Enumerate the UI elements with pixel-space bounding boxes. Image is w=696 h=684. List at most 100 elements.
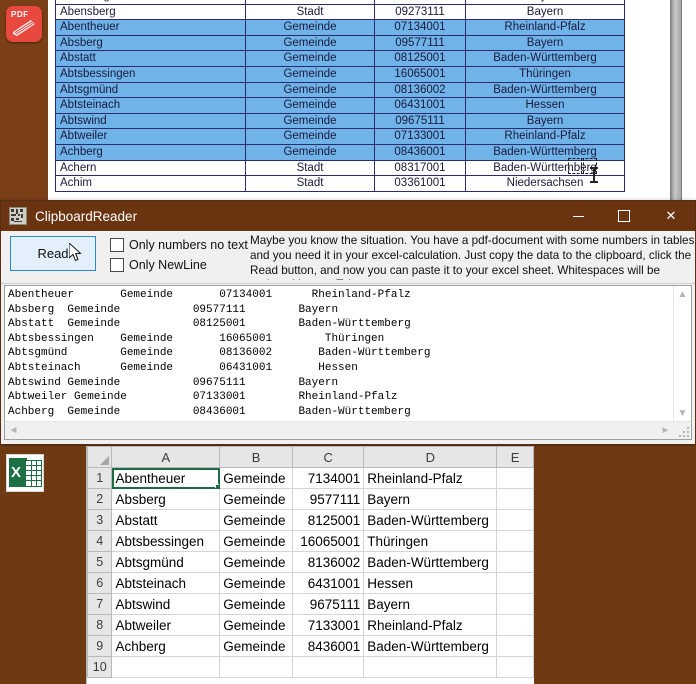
cell-C8[interactable]: 7133001	[291, 614, 365, 636]
checkbox-only-numbers[interactable]: Only numbers no text	[110, 238, 248, 252]
table-row[interactable]: 7 Abtswind Gemeinde 9675111 Bayern	[87, 593, 534, 615]
table-row[interactable]: 2 Absberg Gemeinde 9577111 Bayern	[87, 488, 534, 510]
clipboard-textarea[interactable]: Abentheuer Gemeinde 07134001 Rheinland-P…	[8, 288, 673, 421]
cell-D8[interactable]: Rheinland-Pfalz	[363, 614, 498, 636]
table-row[interactable]: 1 Abentheuer Gemeinde 7134001 Rheinland-Pfal…	[87, 467, 534, 489]
cell-D6[interactable]: Hessen	[363, 572, 498, 594]
scroll-up-icon[interactable]: ▲	[674, 286, 691, 303]
cell-B8[interactable]: Gemeinde	[219, 614, 293, 636]
excel-icon[interactable]: X	[6, 454, 44, 492]
cell-A4[interactable]: Abtsbessingen	[111, 530, 221, 552]
pdf-table-row[interactable]: Achim Stadt 03361001 Niedersachsen	[55, 175, 625, 192]
pdf-table-row[interactable]: Abtsbessingen Gemeinde 16065001 Thüringen	[55, 65, 625, 83]
cell-C9[interactable]: 8436001	[291, 635, 365, 657]
pdf-xchange-icon[interactable]: PDF	[6, 6, 42, 42]
cell-C5[interactable]: 8136002	[291, 551, 365, 573]
pdf-table-row[interactable]: Abensberg Stadt 09273111 Bayern	[55, 3, 625, 21]
column-header-c[interactable]: C	[291, 446, 365, 468]
table-row[interactable]: 10	[87, 656, 534, 678]
scroll-right-icon[interactable]: ►	[657, 422, 674, 439]
pdf-table-row[interactable]: Abtweiler Gemeinde 07133001 Rheinland-Pfalz	[55, 128, 625, 145]
maximize-button[interactable]	[601, 201, 647, 231]
table-row[interactable]: 9 Achberg Gemeinde 8436001 Baden-Württemberg	[87, 635, 534, 657]
cell-B2[interactable]: Gemeinde	[219, 488, 293, 510]
cell-D10[interactable]	[363, 656, 498, 678]
cell-E2[interactable]	[496, 488, 534, 510]
select-all-corner[interactable]	[87, 446, 113, 468]
cell-D9[interactable]: Baden-Württemberg	[363, 635, 498, 657]
cell-D1[interactable]: Rheinland-Pfalz	[363, 467, 498, 489]
table-row[interactable]: 5 Abtsgmünd Gemeinde 8136002 Baden-Württembe…	[87, 551, 534, 573]
cell-B1[interactable]: Gemeinde	[219, 467, 293, 489]
pdf-table-row[interactable]: Abtsteinach Gemeinde 06431001 Hessen	[55, 97, 625, 114]
row-header-6[interactable]: 6	[87, 572, 113, 594]
read-button[interactable]: Read	[10, 236, 96, 271]
checkbox-only-numbers-box[interactable]	[110, 238, 124, 252]
table-row[interactable]: 8 Abtweiler Gemeinde 7133001 Rheinland-Pfalz	[87, 614, 534, 636]
cell-C4[interactable]: 16065001	[291, 530, 365, 552]
cell-A2[interactable]: Absberg	[111, 488, 221, 510]
cell-B4[interactable]: Gemeinde	[219, 530, 293, 552]
column-header-b[interactable]: B	[219, 446, 293, 468]
cell-A7[interactable]: Abtswind	[111, 593, 221, 615]
scroll-left-icon[interactable]: ◄	[5, 422, 22, 439]
cell-E5[interactable]	[496, 551, 534, 573]
pdf-table-row[interactable]: Achern Stadt 08317001 Baden-Württemberg	[55, 159, 625, 177]
minimize-button[interactable]	[555, 201, 601, 231]
cell-D5[interactable]: Baden-Württemberg	[363, 551, 498, 573]
pdf-table-row[interactable]: Abstatt Gemeinde 08125001 Baden-Württemberg	[55, 50, 625, 67]
cell-A1[interactable]: Abentheuer	[111, 467, 221, 489]
cell-B9[interactable]: Gemeinde	[219, 635, 293, 657]
checkbox-only-newline[interactable]: Only NewLine	[110, 258, 207, 272]
excel-grid[interactable]: A B C D E 1 Abentheuer Gemeinde 7134001 Rhei…	[86, 446, 534, 684]
cell-B3[interactable]: Gemeinde	[219, 509, 293, 531]
row-header-3[interactable]: 3	[87, 509, 113, 531]
cell-A6[interactable]: Abtsteinach	[111, 572, 221, 594]
cell-B5[interactable]: Gemeinde	[219, 551, 293, 573]
row-header-4[interactable]: 4	[87, 530, 113, 552]
pdf-table-row[interactable]: Abtsgmünd Gemeinde 08136002 Baden-Württembe…	[55, 81, 625, 99]
cell-D2[interactable]: Bayern	[363, 488, 498, 510]
row-header-2[interactable]: 2	[87, 488, 113, 510]
cell-C6[interactable]: 6431001	[291, 572, 365, 594]
cell-E9[interactable]	[496, 635, 534, 657]
row-header-1[interactable]: 1	[87, 467, 113, 489]
pdf-page-canvas[interactable]: Abenberger WaldGemeindefreies Gebiet0957…	[48, 0, 696, 200]
cell-D7[interactable]: Bayern	[363, 593, 498, 615]
clipboardreader-titlebar[interactable]: ClipboardReader ✕	[1, 201, 695, 231]
cell-E7[interactable]	[496, 593, 534, 615]
cell-E3[interactable]	[496, 509, 534, 531]
cell-E8[interactable]	[496, 614, 534, 636]
column-header-e[interactable]: E	[496, 446, 534, 468]
cell-A3[interactable]: Abstatt	[111, 509, 221, 531]
cell-A8[interactable]: Abtweiler	[111, 614, 221, 636]
row-header-8[interactable]: 8	[87, 614, 113, 636]
clipboard-textarea-wrapper[interactable]: Abentheuer Gemeinde 07134001 Rheinland-P…	[4, 285, 692, 440]
cell-A9[interactable]: Achberg	[111, 635, 221, 657]
cell-C10[interactable]	[291, 656, 365, 678]
cell-A10[interactable]	[111, 656, 221, 678]
pdf-table-row[interactable]: Abenberger WaldGemeindefreies Gebiet0957…	[55, 0, 625, 5]
textarea-vertical-scrollbar[interactable]: ▲ ▼	[673, 286, 691, 422]
pdf-table-row[interactable]: Abentheuer Gemeinde 07134001 Rheinland-Pfal…	[55, 19, 625, 36]
row-header-9[interactable]: 9	[87, 635, 113, 657]
cell-E10[interactable]	[496, 656, 534, 678]
cell-C1[interactable]: 7134001	[291, 467, 365, 489]
table-row[interactable]: 3 Abstatt Gemeinde 8125001 Baden-Württemberg	[87, 509, 534, 531]
resize-grip-icon[interactable]	[676, 424, 690, 438]
cell-C7[interactable]: 9675111	[291, 593, 365, 615]
cell-A5[interactable]: Abtsgmünd	[111, 551, 221, 573]
cell-B7[interactable]: Gemeinde	[219, 593, 293, 615]
cell-C3[interactable]: 8125001	[291, 509, 365, 531]
column-header-d[interactable]: D	[363, 446, 498, 468]
cell-D3[interactable]: Baden-Württemberg	[363, 509, 498, 531]
table-row[interactable]: 6 Abtsteinach Gemeinde 6431001 Hessen	[87, 572, 534, 594]
pdf-table-row[interactable]: Abtswind Gemeinde 09675111 Bayern	[55, 112, 625, 130]
table-row[interactable]: 4 Abtsbessingen Gemeinde 16065001 Thüringen	[87, 530, 534, 552]
cell-B6[interactable]: Gemeinde	[219, 572, 293, 594]
cell-E1[interactable]	[496, 467, 534, 489]
pdf-table-row[interactable]: Absberg Gemeinde 09577111 Bayern	[55, 34, 625, 52]
cell-B10[interactable]	[219, 656, 293, 678]
pdf-vertical-scrollbar[interactable]	[670, 0, 682, 200]
row-header-10[interactable]: 10	[87, 656, 113, 678]
